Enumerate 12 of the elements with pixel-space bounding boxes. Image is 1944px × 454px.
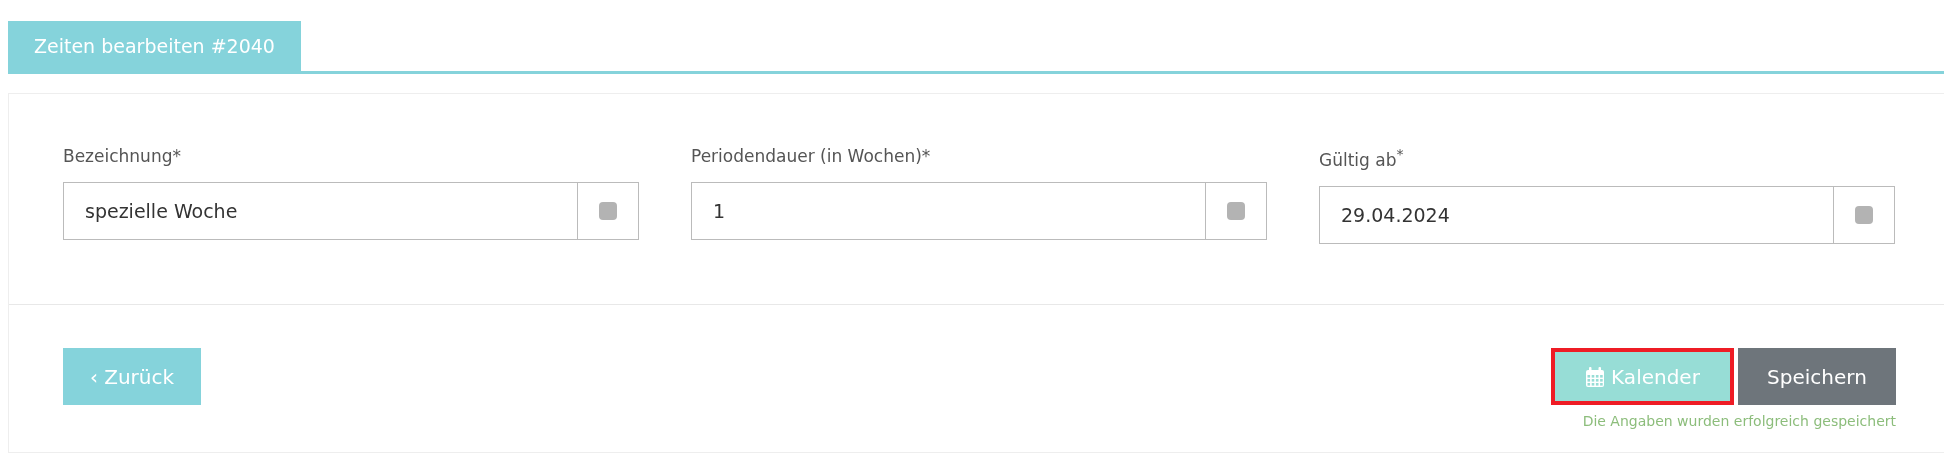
checkbox[interactable]	[1227, 202, 1245, 220]
checkbox[interactable]	[599, 202, 617, 220]
calendar-icon	[1585, 365, 1606, 388]
success-message: Die Angaben wurden erfolgreich gespeichert	[1582, 413, 1896, 429]
save-button[interactable]: Speichern	[1738, 348, 1896, 405]
field-label: Periodendauer (in Wochen)*	[691, 146, 932, 166]
field-label: Gültig ab$^{*}$	[1319, 146, 1405, 170]
field-label: Bezeichnung*	[63, 146, 182, 166]
input-field[interactable]: 29.04.2024	[1319, 185, 1895, 244]
input-field[interactable]: spezielle Woche	[63, 182, 639, 240]
checkbox[interactable]	[1855, 205, 1873, 224]
input-field[interactable]: 1	[691, 182, 1267, 240]
